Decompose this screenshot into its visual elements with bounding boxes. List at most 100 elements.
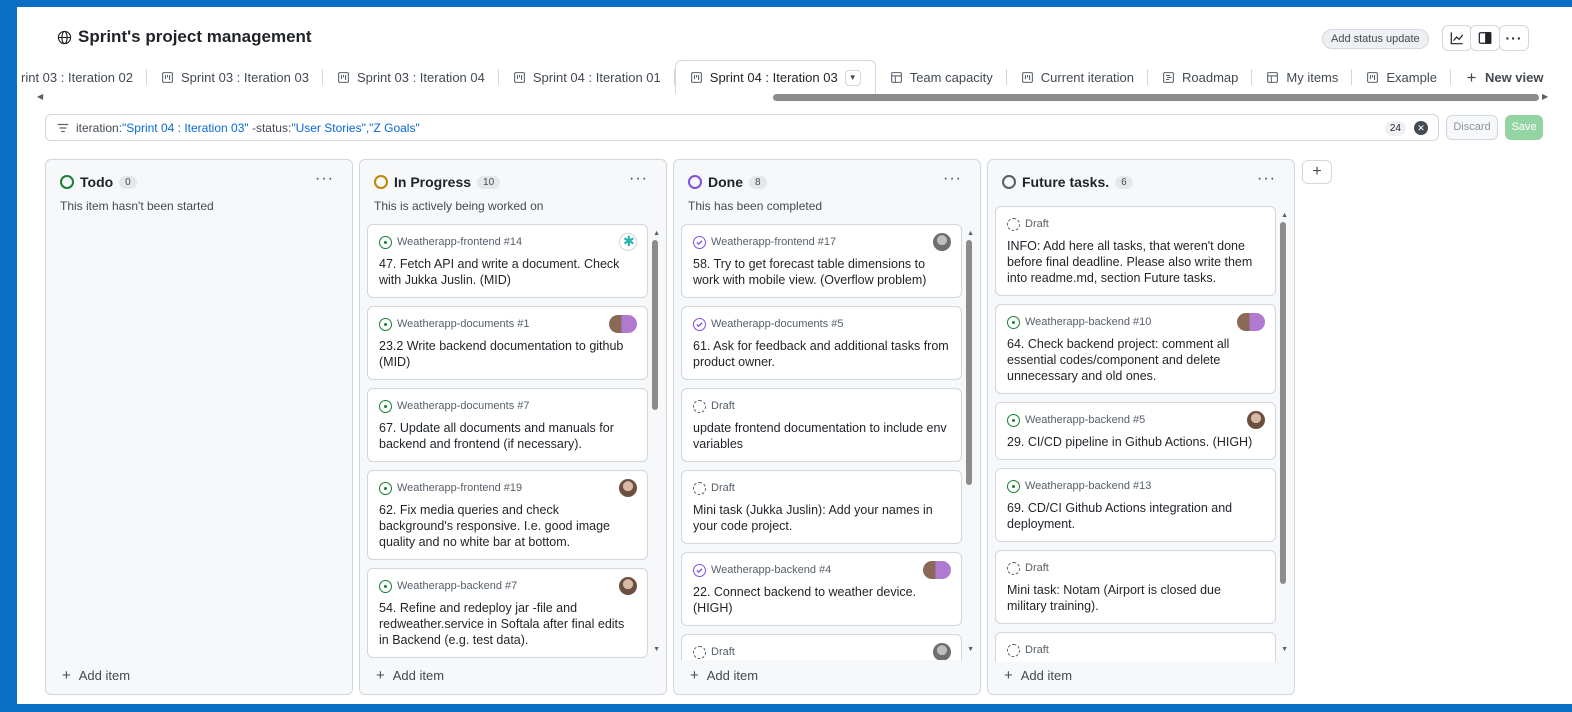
card-title[interactable]: 22. Connect backend to weather device. (… <box>693 584 950 616</box>
item-card[interactable]: Weatherapp-frontend #17 58. Try to get fo… <box>681 224 962 298</box>
card-title[interactable]: 64. Check backend project: comment all e… <box>1007 336 1264 384</box>
card-title[interactable]: 61. Ask for feedback and additional task… <box>693 338 950 370</box>
add-status-update-button[interactable]: Add status update <box>1322 29 1429 49</box>
card-title[interactable]: Mini task (Jukka Juslin): Add your names… <box>693 502 950 534</box>
assignee-avatar[interactable] <box>933 643 951 660</box>
card-repo[interactable]: Weatherapp-documents #7 <box>397 400 530 412</box>
board-icon <box>513 71 526 84</box>
item-card[interactable]: Weatherapp-backend #5 29. CI/CD pipeline … <box>995 402 1276 460</box>
open-issue-icon <box>379 317 392 331</box>
tab-6[interactable]: Current iteration <box>1007 60 1149 94</box>
item-card[interactable]: Draft <box>995 632 1276 662</box>
tab-5[interactable]: Team capacity <box>876 60 1007 94</box>
card-repo[interactable]: Weatherapp-backend #4 <box>711 564 831 576</box>
item-card[interactable]: Weatherapp-frontend #14 47. Fetch API and… <box>367 224 648 298</box>
filter-query[interactable]: iteration:"Sprint 04 : Iteration 03" -st… <box>76 121 420 135</box>
item-card[interactable]: DraftMini task: Redeploy frontend Github… <box>681 634 962 660</box>
item-card[interactable]: Weatherapp-backend #10 64. Check backend … <box>995 304 1276 394</box>
tab-8[interactable]: My items <box>1252 60 1353 94</box>
item-card[interactable]: Draft INFO: Add here all tasks, that were… <box>995 206 1276 296</box>
card-repo[interactable]: Weatherapp-backend #7 <box>397 580 517 592</box>
add-item-label: Add item <box>1020 668 1073 683</box>
card-title[interactable]: 58. Try to get forecast table dimensions… <box>693 256 950 288</box>
card-title[interactable]: 67. Update all documents and manuals for… <box>379 420 636 452</box>
column-scroll-up-arrow[interactable]: ▲ <box>967 230 974 237</box>
card-title[interactable]: 29. CI/CD pipeline in Github Actions. (H… <box>1007 434 1264 450</box>
tab-1[interactable]: Sprint 03 : Iteration 03 <box>147 60 323 94</box>
column-scroll-up-arrow[interactable]: ▲ <box>1281 212 1288 219</box>
column-scrollbar[interactable] <box>966 240 972 485</box>
item-card[interactable]: Weatherapp-documents #5 61. Ask for feedb… <box>681 306 962 380</box>
tab-10[interactable]: New view <box>1451 60 1558 94</box>
assignee-avatar[interactable] <box>619 577 637 595</box>
save-button[interactable]: Save <box>1505 115 1543 140</box>
scroll-left-arrow[interactable]: ◀ <box>37 92 43 101</box>
tab-label: Sprint 03 : Iteration 04 <box>356 69 485 85</box>
column-scroll-down-arrow[interactable]: ▼ <box>1281 646 1288 653</box>
item-card[interactable]: Weatherapp-documents #1 23.2 Write backen… <box>367 306 648 380</box>
item-card[interactable]: Weatherapp-backend #4 22. Connect backend… <box>681 552 962 626</box>
item-card[interactable]: Weatherapp-frontend #19 62. Fix media que… <box>367 470 648 560</box>
add-item-button[interactable]: + Add item <box>376 667 444 684</box>
column-more-icon[interactable]: ··· <box>943 170 962 188</box>
tab-2[interactable]: Sprint 03 : Iteration 04 <box>323 60 499 94</box>
column-more-icon[interactable]: ··· <box>629 170 648 188</box>
assignee-avatar[interactable] <box>619 233 637 251</box>
discard-button[interactable]: Discard <box>1446 115 1498 140</box>
card-repo[interactable]: Weatherapp-documents #5 <box>711 318 844 330</box>
column-scroll-down-arrow[interactable]: ▼ <box>967 646 974 653</box>
card-title[interactable]: INFO: Add here all tasks, that weren't d… <box>1007 238 1264 286</box>
assignee-avatar[interactable] <box>609 315 637 333</box>
project-title[interactable]: Sprint's project management <box>78 27 312 47</box>
card-title[interactable]: 62. Fix media queries and check backgrou… <box>379 502 636 550</box>
item-card[interactable]: Weatherapp-backend #13 69. CD/CI Github A… <box>995 468 1276 542</box>
filter-bar[interactable]: iteration:"Sprint 04 : Iteration 03" -st… <box>45 114 1439 141</box>
card-repo[interactable]: Weatherapp-backend #10 <box>1025 316 1151 328</box>
card-repo[interactable]: Weatherapp-backend #13 <box>1025 480 1151 492</box>
card-title[interactable]: Mini task: Notam (Airport is closed due … <box>1007 582 1264 614</box>
card-repo[interactable]: Weatherapp-frontend #14 <box>397 236 522 248</box>
card-repo[interactable]: Weatherapp-frontend #19 <box>397 482 522 494</box>
add-column-button[interactable]: + <box>1302 160 1332 184</box>
tab-3[interactable]: Sprint 04 : Iteration 01 <box>499 60 675 94</box>
tab-7[interactable]: Roadmap <box>1148 60 1253 94</box>
scroll-right-arrow[interactable]: ▶ <box>1542 92 1548 101</box>
table-icon <box>890 71 903 84</box>
tab-0[interactable]: rint 03 : Iteration 02 <box>17 60 148 94</box>
assignee-avatar[interactable] <box>619 479 637 497</box>
item-card[interactable]: Draft Mini task: Notam (Airport is closed… <box>995 550 1276 624</box>
tab-4[interactable]: Sprint 04 : Iteration 03 ▼ <box>674 60 876 94</box>
column-scroll-up-arrow[interactable]: ▲ <box>653 230 660 237</box>
horizontal-scrollbar[interactable] <box>773 94 1539 101</box>
side-panel-button[interactable] <box>1470 25 1500 51</box>
item-card[interactable]: Draft update frontend documentation to in… <box>681 388 962 462</box>
assignee-avatar[interactable] <box>1247 411 1265 429</box>
tab-9[interactable]: Example <box>1352 60 1451 94</box>
card-title[interactable]: 54. Refine and redeploy jar -file and re… <box>379 600 636 648</box>
add-item-button[interactable]: + Add item <box>62 667 130 684</box>
card-repo[interactable]: Weatherapp-frontend #17 <box>711 236 836 248</box>
card-title[interactable]: 69. CD/CI Github Actions integration and… <box>1007 500 1264 532</box>
item-card[interactable]: Weatherapp-documents #7 67. Update all do… <box>367 388 648 462</box>
assignee-avatar[interactable] <box>923 561 951 579</box>
column-more-icon[interactable]: ··· <box>315 170 334 188</box>
column-scrollbar[interactable] <box>652 240 658 410</box>
assignee-avatar[interactable] <box>933 233 951 251</box>
card-title[interactable]: 23.2 Write backend documentation to gith… <box>379 338 636 370</box>
card-repo[interactable]: Weatherapp-backend #5 <box>1025 414 1145 426</box>
add-item-button[interactable]: + Add item <box>690 667 758 684</box>
item-card[interactable]: Weatherapp-backend #7 54. Refine and rede… <box>367 568 648 658</box>
item-card[interactable]: Draft Mini task (Jukka Juslin): Add your … <box>681 470 962 544</box>
column-scrollbar[interactable] <box>1280 222 1286 584</box>
more-options-button[interactable]: ··· <box>1499 25 1529 51</box>
column-scroll-down-arrow[interactable]: ▼ <box>653 646 660 653</box>
insights-button[interactable] <box>1442 25 1472 51</box>
assignee-avatar[interactable] <box>1237 313 1265 331</box>
column-more-icon[interactable]: ··· <box>1257 170 1276 188</box>
card-title[interactable]: update frontend documentation to include… <box>693 420 950 452</box>
add-item-button[interactable]: + Add item <box>1004 667 1072 684</box>
view-options-chevron-icon[interactable]: ▼ <box>844 69 861 86</box>
card-title[interactable]: 47. Fetch API and write a document. Chec… <box>379 256 636 288</box>
clear-filter-icon[interactable]: ✕ <box>1414 121 1428 135</box>
card-repo[interactable]: Weatherapp-documents #1 <box>397 318 530 330</box>
